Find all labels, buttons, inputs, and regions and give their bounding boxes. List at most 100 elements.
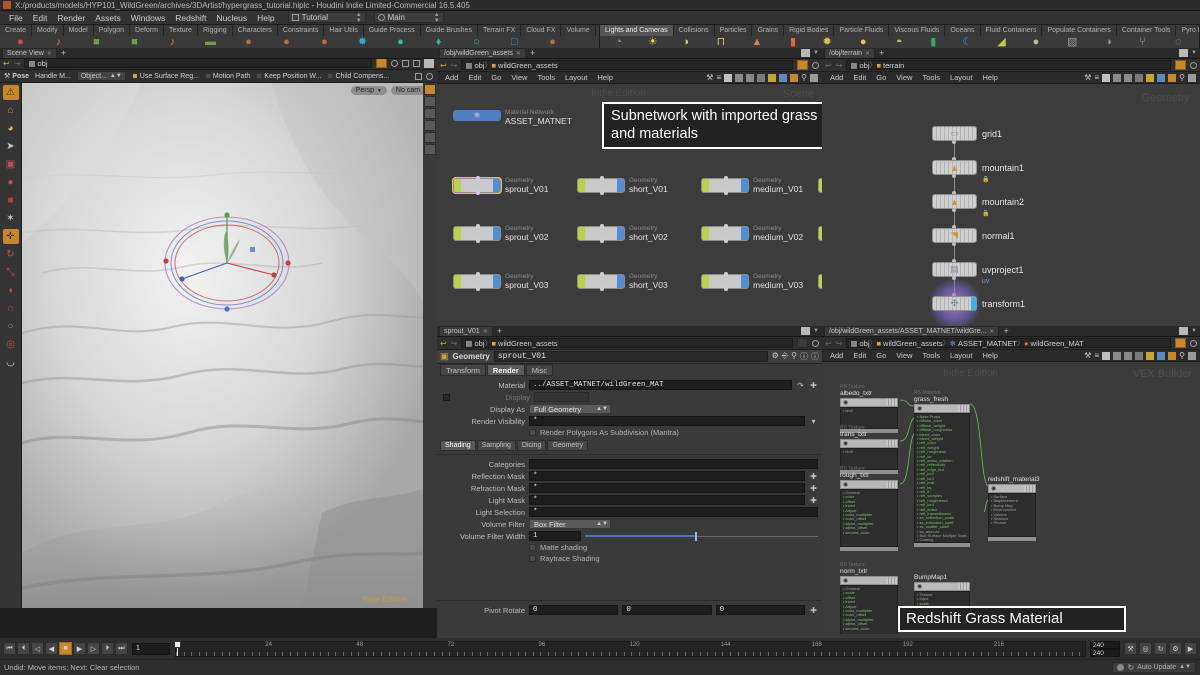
close-icon[interactable]: ✕ [516,50,521,57]
search-icon[interactable]: ⚲ [1179,351,1185,360]
wrench-icon[interactable]: ⚒ [1084,73,1091,82]
display-option-icon[interactable] [424,132,436,143]
stop-icon[interactable]: ■ [59,642,72,655]
shelf-tab-viscous-fluids[interactable]: Viscous Fluids [889,25,946,36]
step-back-icon[interactable]: ◁ [31,642,44,655]
pivot-rotate-z[interactable]: 0 [715,605,805,615]
grid-icon[interactable] [1113,351,1122,360]
scale-tool-icon[interactable]: ⤡ [3,265,19,280]
expand-icon[interactable] [810,73,818,82]
list-icon[interactable]: ≡ [1094,73,1099,82]
snap-icon[interactable] [1135,351,1144,360]
dots-icon[interactable] [1124,73,1133,82]
shelf-tab-hair-utils[interactable]: Hair Utils [324,25,364,36]
categories-field[interactable] [529,459,818,469]
light-bulb-icon[interactable]: ◕ [3,121,19,136]
material-field[interactable]: ../ASSET_MATNET/wildGreen_MAT [529,380,792,390]
menu-help[interactable]: Help [252,13,279,23]
shelf-tab-create[interactable]: Create [0,25,33,36]
panel-menu-icon[interactable]: ▼ [813,328,819,334]
geometry-menu-edit[interactable]: Edit [848,73,871,82]
node-short_v03[interactable]: ◐ Geometry short_V03 [577,272,668,291]
shelf-tab-oceans[interactable]: Oceans [945,25,981,36]
menu-render[interactable]: Render [52,13,90,23]
panel-menu-icon[interactable]: ▼ [813,50,819,56]
subtab-sampling[interactable]: Sampling [476,440,516,451]
tab-scene-view[interactable]: Scene View ✕ [2,48,57,58]
input-port[interactable] [600,272,604,276]
rotate-tool-icon[interactable]: ↻ [3,247,19,262]
wrench-icon[interactable]: ⚒ [1124,642,1137,655]
render-visibility-field[interactable]: * [529,416,805,426]
output-port[interactable] [600,287,604,291]
shelf-tab-collisions[interactable]: Collisions [673,25,715,36]
node-name-field[interactable]: sprout_V01 [493,351,768,362]
input-port[interactable] [724,224,728,228]
next-keyframe-icon[interactable]: ⏵ [101,642,114,655]
shelf-tab-characters[interactable]: Characters [232,25,278,36]
op-chooser-icon[interactable]: ✚ [809,606,818,615]
viewport-canvas[interactable]: Persp ▼ No cam ▼ Indie Edition [22,83,437,608]
viewport-split-icon[interactable] [402,59,409,67]
tab-parameters[interactable]: sprout_V01 ✕ [439,326,493,336]
shelf-tab-model[interactable]: Model [63,25,94,36]
flag-icon[interactable] [768,73,777,82]
display-flag[interactable] [741,179,748,192]
geo-node-box[interactable]: ▲ [932,194,977,209]
op-chooser-icon[interactable]: ✚ [809,484,818,493]
handle-align-icon[interactable] [415,72,422,80]
check-child-compensation[interactable]: Child Compens... [327,73,389,80]
link-icon[interactable]: ↷ [796,381,805,390]
add-tab-button[interactable]: + [999,326,1012,336]
node-box[interactable]: ◐ [453,224,501,243]
output-port[interactable] [952,174,956,178]
jump-start-icon[interactable]: ⏮ [3,642,16,655]
tab-network-editor[interactable]: /obj/wildGreen_assets ✕ [439,48,526,58]
output-port[interactable] [724,239,728,243]
menu-windows[interactable]: Windows [126,13,170,23]
network-menu-go[interactable]: Go [486,73,506,82]
shelf-tab-grains[interactable]: Grains [752,25,785,36]
shelf-tab-texture[interactable]: Texture [163,25,198,36]
display-option-icon[interactable] [424,144,436,155]
output-port[interactable] [952,140,956,144]
param-row-subdivision[interactable]: Render Polygons As Subdivision (Mantra) [437,427,822,438]
menu-nucleus[interactable]: Nucleus [211,13,252,23]
render-flag[interactable] [578,227,585,240]
vex-node-grass_fresh[interactable]: RS Material grass_fresh ◉ • Base Props • dif… [914,390,970,547]
geometry-menu-tools[interactable]: Tools [917,73,945,82]
dots-icon[interactable] [1124,351,1133,360]
vex-pin-button[interactable] [1175,338,1186,348]
step-forward-icon[interactable]: ▷ [87,642,100,655]
vex-canvas[interactable]: Indie Edition VEX Builder Redshift Grass… [822,362,1200,634]
output-port[interactable] [724,287,728,291]
loop-icon[interactable]: ↻ [1154,642,1167,655]
display-flag[interactable] [617,179,624,192]
node-box[interactable]: ◐ [453,272,501,291]
render-flag[interactable] [578,275,585,288]
gear-icon[interactable]: ⚙ [772,351,779,362]
node-box[interactable]: ◐ [577,224,625,243]
bookmark-icon[interactable]: ⎆ [782,351,788,362]
display-flag[interactable] [741,227,748,240]
list-icon[interactable]: ≡ [716,73,721,82]
panel-icon[interactable] [724,73,733,82]
display-flag[interactable] [493,179,500,192]
add-tab-button[interactable]: + [875,48,888,58]
geo-node-box[interactable]: ▤ [932,262,977,277]
grid-icon[interactable] [1113,73,1122,82]
list-icon[interactable]: ≡ [1094,351,1099,360]
geometry-menu-add[interactable]: Add [825,73,848,82]
network-info-icon[interactable] [812,61,819,69]
output-port[interactable] [476,191,480,195]
pivot-rotate-y[interactable]: 0 [622,605,712,615]
shelf-tab-particles[interactable]: Particles [714,25,753,36]
prev-keyframe-icon[interactable]: ⏴ [17,642,30,655]
node-medium_v01[interactable]: ◐ Geometry medium_V01 [701,176,803,195]
vex-node-port[interactable]: • second_color [843,530,895,535]
color-icon[interactable] [1168,73,1177,82]
input-port[interactable] [476,224,480,228]
node-box[interactable]: ◐ [701,272,749,291]
refresh-icon[interactable]: ↻ [1127,663,1134,672]
vex-node-redshift_material3[interactable]: redshift_material3 ◉ • Surface • Displaceme… [988,476,1040,541]
